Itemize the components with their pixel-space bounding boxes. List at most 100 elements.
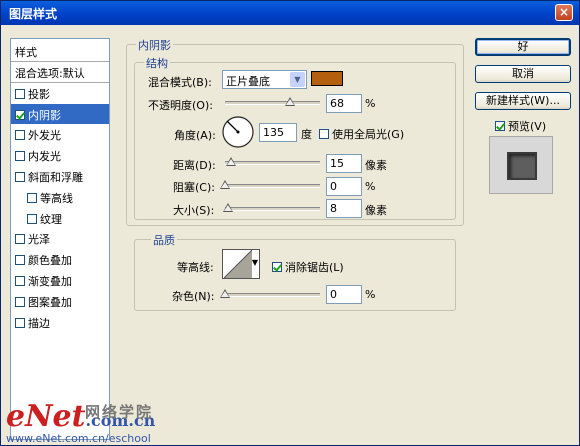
distance-slider-thumb[interactable] <box>225 157 236 166</box>
blend-mode-select[interactable]: 正片叠底 ▼ <box>222 70 307 89</box>
watermark-brand: eNet <box>6 399 86 434</box>
angle-label: 角度(A): <box>174 129 216 142</box>
style-list-item-label: 描边 <box>28 316 50 330</box>
choke-slider[interactable] <box>225 184 320 188</box>
style-list-item-label: 等高线 <box>40 191 73 205</box>
inner-shadow-title: 内阴影 <box>136 37 173 53</box>
ok-button[interactable]: 好 <box>475 38 571 56</box>
style-checkbox[interactable] <box>15 171 25 182</box>
antialias-label: 消除锯齿(L) <box>285 261 344 274</box>
preview-swatch <box>507 152 537 180</box>
global-light-option[interactable]: 使用全局光(G) <box>319 126 404 142</box>
style-list: 样式 混合选项:默认 投影内阴影外发光内发光斜面和浮雕等高线纹理光泽颜色叠加渐变… <box>10 38 110 440</box>
window-title: 图层样式 <box>9 7 58 21</box>
angle-dial[interactable] <box>221 115 255 149</box>
size-slider[interactable] <box>225 207 320 211</box>
close-icon[interactable]: × <box>555 4 573 21</box>
style-list-header[interactable]: 样式 <box>11 39 109 62</box>
style-list-item-label: 光泽 <box>28 233 50 247</box>
choke-label: 阻塞(C): <box>173 181 215 194</box>
new-style-button[interactable]: 新建样式(W)... <box>475 92 571 110</box>
style-checkbox[interactable] <box>15 151 25 162</box>
structure-title: 结构 <box>144 55 170 71</box>
choke-input[interactable]: 0 <box>326 177 362 196</box>
preview-label: 预览(V) <box>508 120 547 133</box>
style-list-item-label: 渐变叠加 <box>28 274 72 288</box>
chevron-down-icon: ▼ <box>251 258 258 267</box>
style-checkbox[interactable] <box>15 275 25 286</box>
size-unit: 像素 <box>365 204 387 217</box>
size-label: 大小(S): <box>173 204 215 217</box>
shadow-color-swatch[interactable] <box>311 71 343 86</box>
style-list-item-label: 内阴影 <box>28 108 61 122</box>
style-list-item[interactable]: 内发光 <box>11 145 109 166</box>
style-list-item-label: 图案叠加 <box>28 295 72 309</box>
noise-unit: % <box>365 288 376 301</box>
style-list-item[interactable]: 纹理 <box>11 208 109 229</box>
style-checkbox[interactable] <box>15 234 25 245</box>
blend-mode-value: 正片叠底 <box>226 75 270 88</box>
style-list-item[interactable]: 颜色叠加 <box>11 249 109 270</box>
style-list-item-label: 投影 <box>28 87 50 101</box>
style-list-item[interactable]: 图案叠加 <box>11 291 109 312</box>
style-list-item[interactable]: 渐变叠加 <box>11 270 109 291</box>
noise-slider-thumb[interactable] <box>220 289 230 298</box>
opacity-input[interactable]: 68 <box>326 94 362 113</box>
opacity-unit: % <box>365 97 376 110</box>
global-light-checkbox[interactable] <box>319 129 329 139</box>
style-checkbox[interactable] <box>27 192 37 203</box>
style-checkbox[interactable] <box>27 213 37 224</box>
watermark-cn-text: 网络学院 <box>85 403 154 421</box>
opacity-label: 不透明度(O): <box>148 99 213 112</box>
style-checkbox[interactable] <box>15 109 25 120</box>
style-list-item-label: 颜色叠加 <box>28 254 72 268</box>
noise-input[interactable]: 0 <box>326 285 362 304</box>
style-checkbox[interactable] <box>15 130 25 141</box>
distance-unit: 像素 <box>365 159 387 172</box>
style-list-item[interactable]: 内阴影 <box>11 103 109 125</box>
distance-slider[interactable] <box>225 161 320 165</box>
style-checkbox[interactable] <box>15 296 25 307</box>
preview-option[interactable]: 预览(V) <box>495 118 546 134</box>
contour-picker[interactable]: ▼ <box>222 249 260 279</box>
contour-curve-icon <box>224 250 252 278</box>
style-checkbox[interactable] <box>15 88 25 99</box>
quality-title: 品质 <box>151 232 177 248</box>
choke-slider-thumb[interactable] <box>220 180 230 189</box>
preview-checkbox[interactable] <box>495 121 505 131</box>
style-checkbox[interactable] <box>15 255 25 266</box>
watermark-url: www.eNet.com.cn/eschool <box>6 432 151 445</box>
style-list-item-label: 纹理 <box>40 212 62 226</box>
style-list-item[interactable]: 斜面和浮雕 <box>11 166 109 187</box>
style-list-item[interactable]: 等高线 <box>11 187 109 208</box>
opacity-slider-thumb[interactable] <box>284 97 295 106</box>
blend-mode-label: 混合模式(B): <box>148 76 212 89</box>
size-input[interactable]: 8 <box>326 199 362 218</box>
style-list-item-label: 内发光 <box>28 150 61 164</box>
style-list-item[interactable]: 描边 <box>11 312 109 333</box>
cancel-button[interactable]: 取消 <box>475 65 571 83</box>
angle-input[interactable]: 135 <box>259 123 297 142</box>
title-bar: 图层样式 × <box>1 1 579 25</box>
angle-unit: 度 <box>301 128 312 141</box>
antialias-option[interactable]: 消除锯齿(L) <box>272 259 344 275</box>
style-list-item-label: 斜面和浮雕 <box>28 170 83 184</box>
distance-input[interactable]: 15 <box>326 154 362 173</box>
style-list-item[interactable]: 外发光 <box>11 124 109 145</box>
style-preview <box>489 136 553 194</box>
style-list-item[interactable]: 光泽 <box>11 228 109 249</box>
global-light-label: 使用全局光(G) <box>332 128 405 141</box>
antialias-checkbox[interactable] <box>272 262 282 272</box>
noise-slider[interactable] <box>225 293 320 297</box>
style-list-item[interactable]: 投影 <box>11 83 109 104</box>
style-checkbox[interactable] <box>15 317 25 328</box>
layer-style-dialog: 图层样式 × 样式 混合选项:默认 投影 内阴影 外发光 内发光 斜面和浮雕 等高线 纹理光… <box>0 0 580 446</box>
noise-label: 杂色(N): <box>172 290 215 303</box>
distance-label: 距离(D): <box>173 159 216 172</box>
chevron-down-icon: ▼ <box>290 72 305 87</box>
opacity-slider[interactable] <box>225 101 320 105</box>
choke-unit: % <box>365 180 376 193</box>
size-slider-thumb[interactable] <box>222 203 233 212</box>
style-list-item-label: 外发光 <box>28 129 61 143</box>
blend-options-item[interactable]: 混合选项:默认 <box>11 62 109 83</box>
